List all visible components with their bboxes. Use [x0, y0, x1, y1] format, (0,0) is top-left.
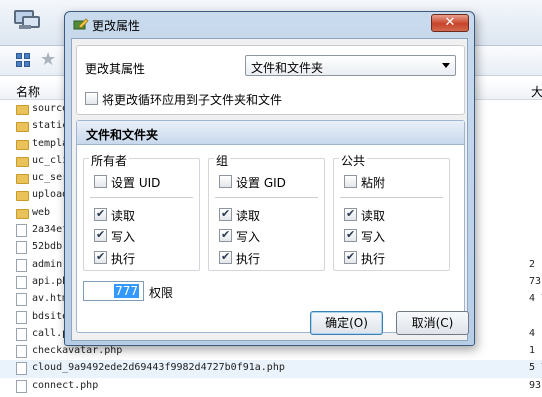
public-read-label: 读取: [361, 209, 386, 223]
file-icon: [16, 293, 27, 307]
group-permissions-box: 设置 GID 读取 写入 执行: [208, 158, 325, 271]
computer-icon[interactable]: [14, 10, 40, 34]
file-size: 4 1: [529, 327, 542, 339]
file-row[interactable]: connect.php 93: [0, 378, 542, 395]
edit-attributes-icon: [73, 17, 89, 31]
public-permissions-box: 粘附 读取 写入 执行: [333, 158, 450, 271]
close-button[interactable]: ✕: [431, 14, 469, 32]
divider: [90, 197, 193, 198]
recursive-checkbox[interactable]: [85, 92, 98, 105]
dialog-title: 更改属性: [92, 19, 141, 33]
file-icon: [16, 224, 27, 238]
dialog-titlebar[interactable]: 更改属性 ✕: [65, 12, 474, 36]
public-exec-checkbox[interactable]: [344, 250, 357, 264]
group-exec-checkbox[interactable]: [219, 250, 232, 264]
group-exec-label: 执行: [236, 252, 261, 266]
folder-icon: [16, 139, 29, 150]
file-icon: [16, 327, 27, 341]
permissions-group-title: 文件和文件夹: [86, 128, 159, 142]
owner-read-label: 读取: [111, 209, 136, 223]
owner-setuid-checkbox[interactable]: [94, 175, 107, 188]
dialog-body: 更改其属性 文件和文件夹 将更改循环应用到子文件夹和文件 文件和文件夹 设置 U…: [71, 38, 469, 341]
file-name: 52bdb: [32, 241, 63, 253]
divider: [340, 197, 443, 198]
public-write-checkbox[interactable]: [344, 228, 357, 242]
permission-mode-input[interactable]: 777: [83, 281, 144, 301]
owner-setuid-label: 设置 UID: [111, 176, 161, 190]
file-icon: [16, 275, 27, 289]
column-size-header[interactable]: 大: [531, 83, 542, 100]
change-scope-label: 更改其属性: [85, 62, 146, 76]
file-name: admin: [32, 258, 63, 270]
public-write-label: 写入: [361, 230, 386, 244]
file-name: static: [32, 120, 69, 132]
public-exec-label: 执行: [361, 252, 386, 266]
file-name: source: [32, 103, 69, 114]
cancel-button[interactable]: 取消(C): [396, 311, 469, 335]
folder-icon: [16, 122, 29, 133]
favorite-star-icon[interactable]: ★: [40, 49, 56, 70]
change-scope-select[interactable]: 文件和文件夹: [245, 55, 456, 76]
file-name: web: [32, 206, 51, 218]
permission-mode-value: 777: [114, 284, 139, 298]
owner-read-checkbox[interactable]: [94, 207, 107, 221]
recursive-label: 将更改循环应用到子文件夹和文件: [102, 93, 283, 107]
file-size: 2 1: [529, 258, 542, 270]
owner-title: 所有者: [89, 152, 130, 169]
file-icon: [16, 310, 27, 324]
permissions-group-header: 文件和文件夹: [77, 121, 464, 145]
owner-permissions-box: 设置 UID 读取 写入 执行: [83, 158, 200, 271]
group-write-label: 写入: [236, 230, 261, 244]
group-title: 组: [214, 152, 231, 169]
group-setgid-label: 设置 GID: [236, 176, 286, 190]
folder-icon: [16, 156, 29, 167]
group-read-label: 读取: [236, 209, 261, 223]
public-title: 公共: [339, 152, 368, 169]
file-name: 2a34ef: [32, 224, 69, 236]
chevron-down-icon: [442, 63, 450, 68]
public-read-checkbox[interactable]: [344, 207, 357, 221]
file-name: connect.php: [32, 379, 99, 391]
folder-icon: [16, 191, 29, 202]
view-grid-icon[interactable]: [16, 53, 32, 69]
file-icon: [16, 362, 27, 376]
file-icon: [16, 379, 27, 393]
change-scope-group: 更改其属性 文件和文件夹 将更改循环应用到子文件夹和文件: [76, 45, 465, 115]
group-write-checkbox[interactable]: [219, 228, 232, 242]
owner-write-checkbox[interactable]: [94, 228, 107, 242]
file-name: checkavatar.php: [32, 345, 123, 357]
group-read-checkbox[interactable]: [219, 207, 232, 221]
owner-exec-checkbox[interactable]: [94, 250, 107, 264]
file-size: 73: [529, 275, 542, 287]
file-name: cloud_9a9492ede2d69443f9982d4727b0f91a.p…: [32, 362, 285, 374]
change-attributes-dialog: 更改属性 ✕ 更改其属性 文件和文件夹 将更改循环应用到子文件夹和文件 文件和文…: [64, 11, 475, 346]
file-icon: [16, 241, 27, 255]
owner-write-label: 写入: [111, 230, 136, 244]
group-setgid-checkbox[interactable]: [219, 175, 232, 188]
file-row[interactable]: cloud_9a9492ede2d69443f9982d4727b0f91a.p…: [0, 360, 542, 378]
file-size: 4 7: [529, 293, 542, 305]
divider: [215, 197, 318, 198]
file-size: 1 1: [529, 345, 542, 357]
folder-icon: [16, 174, 29, 185]
public-sticky-checkbox[interactable]: [344, 175, 357, 188]
folder-icon: [16, 208, 29, 219]
permissions-group: 文件和文件夹 设置 UID 读取 写入 执行 所有者 设置 GID: [76, 120, 465, 333]
column-name-header[interactable]: 名称: [16, 83, 40, 100]
public-sticky-label: 粘附: [361, 176, 386, 190]
folder-icon: [16, 105, 29, 115]
permission-mode-label: 权限: [149, 286, 174, 300]
file-size: 93: [529, 379, 542, 391]
file-icon: [16, 258, 27, 272]
ok-button[interactable]: 确定(O): [310, 311, 383, 335]
file-size: 5 7: [529, 362, 542, 374]
file-icon: [16, 345, 27, 359]
owner-exec-label: 执行: [111, 252, 136, 266]
change-scope-value: 文件和文件夹: [251, 61, 324, 75]
